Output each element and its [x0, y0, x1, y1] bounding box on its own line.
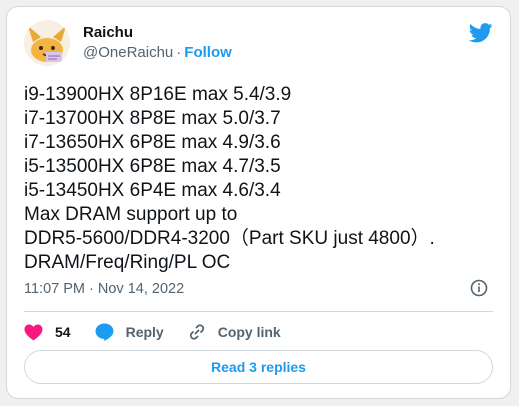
- tweet-line: i7-13650HX 6P8E max 4.9/3.6: [24, 132, 281, 153]
- twitter-bird-icon[interactable]: [468, 23, 493, 43]
- info-icon[interactable]: [470, 279, 488, 297]
- author-name[interactable]: Raichu: [83, 24, 133, 41]
- tweet-line: i5-13450HX 6P4E max 4.6/3.4: [24, 180, 281, 201]
- reply-icon: [95, 323, 114, 341]
- like-button[interactable]: 54: [24, 324, 71, 341]
- tweet-line: Max DRAM support up to: [24, 204, 238, 225]
- action-bar: 54 Reply Copy link: [24, 320, 305, 344]
- reply-button[interactable]: Reply: [95, 323, 164, 341]
- separator-dot: ·: [176, 44, 182, 61]
- avatar[interactable]: [24, 20, 70, 66]
- tweet-timestamp[interactable]: 11:07 PM · Nov 14, 2022: [24, 281, 184, 297]
- author-handle-row: @OneRaichu · Follow: [83, 44, 232, 61]
- divider: [24, 311, 493, 312]
- tweet-line: DRAM/Freq/Ring/PL OC: [24, 252, 231, 273]
- tweet-line: DDR5-5600/DDR4-3200（Part SKU just 4800）.: [24, 228, 435, 249]
- tweet-card: Raichu @OneRaichu · Follow i9-13900HX 8P16…: [6, 6, 511, 399]
- tweet-line: i9-13900HX 8P16E max 5.4/3.9: [24, 84, 292, 105]
- read-replies-button[interactable]: Read 3 replies: [24, 350, 493, 384]
- like-count: 54: [55, 324, 71, 340]
- copy-link-button[interactable]: Copy link: [188, 323, 281, 341]
- copy-link-label: Copy link: [217, 324, 281, 340]
- tweet-line: i5-13500HX 6P8E max 4.7/3.5: [24, 156, 281, 177]
- follow-button[interactable]: Follow: [184, 44, 232, 61]
- copy-link-icon: [189, 324, 204, 340]
- author-handle[interactable]: @OneRaichu: [83, 44, 173, 61]
- tweet-line: i7-13700HX 8P8E max 5.0/3.7: [24, 108, 281, 129]
- tweet-text: i9-13900HX 8P16E max 5.4/3.9 i7-13700HX …: [24, 83, 494, 275]
- heart-icon: [24, 324, 43, 340]
- reply-label: Reply: [125, 324, 164, 340]
